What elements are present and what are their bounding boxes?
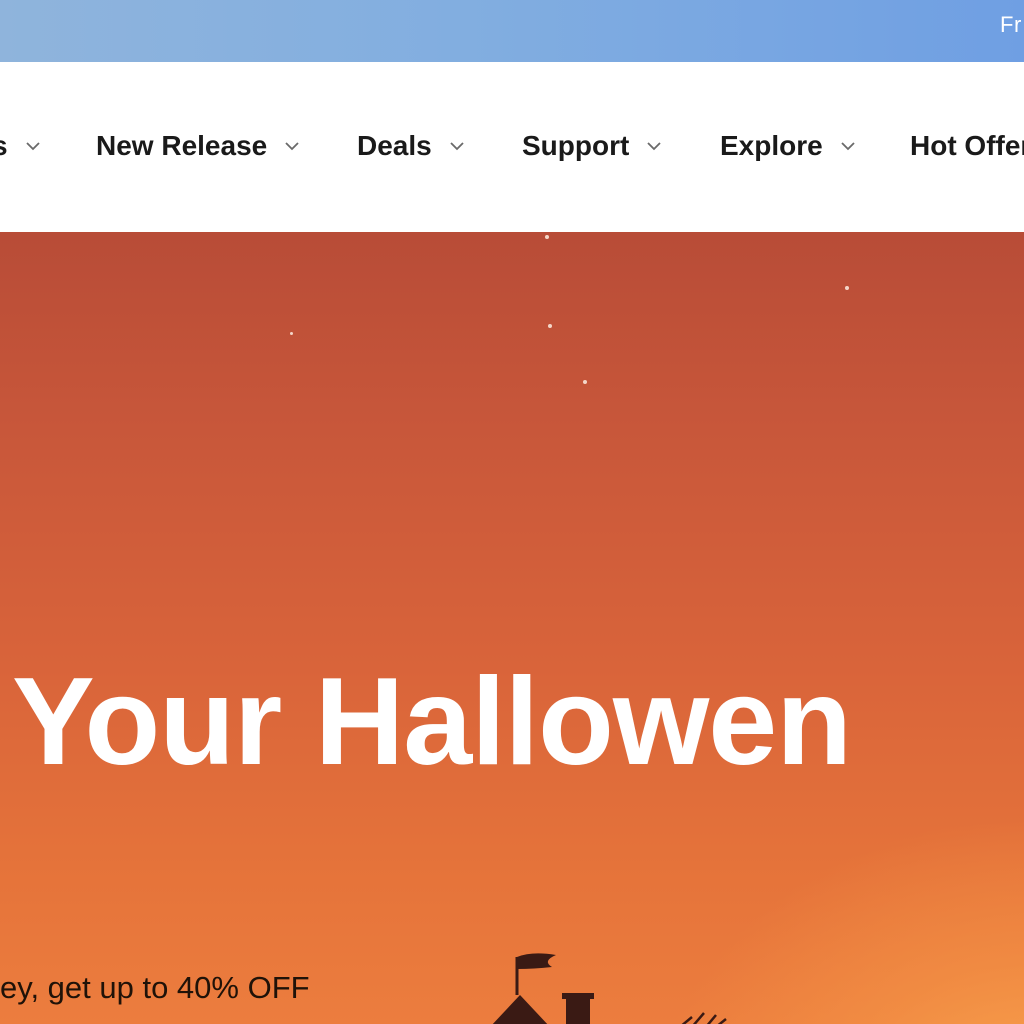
chevron-down-icon [283, 137, 301, 155]
chevron-down-icon [24, 137, 42, 155]
nav-item-hot-offer[interactable]: Hot Offer [910, 128, 1024, 164]
nav-item-explore[interactable]: Explore [720, 128, 857, 164]
nav-item-support[interactable]: Support [522, 128, 663, 164]
nav-item-products[interactable]: s [0, 128, 42, 164]
hero-subtitle: ey, get up to 40% OFF [0, 970, 310, 1005]
announcement-text: Fr [1000, 12, 1022, 37]
announcement-bar: Fr [0, 0, 1024, 62]
nav-item-label: Deals [357, 130, 432, 161]
nav-item-deals[interactable]: Deals [357, 128, 466, 164]
main-navigation: s New Release Deals Support Explore Hot … [0, 62, 1024, 232]
nav-item-label: New Release [96, 130, 268, 161]
chevron-down-icon [839, 137, 857, 155]
star-decoration [290, 332, 293, 335]
nav-item-label: s [0, 130, 8, 162]
hero-banner[interactable]: Your Hallowen ey, get up to 40% OFF [0, 232, 1024, 1024]
chevron-down-icon [448, 137, 466, 155]
star-decoration [545, 235, 549, 239]
nav-item-label: Support [522, 130, 630, 161]
star-decoration [583, 380, 587, 384]
nav-item-label: Explore [720, 130, 823, 161]
star-decoration [845, 286, 849, 290]
hero-title: Your Hallowen [12, 653, 852, 791]
haunted-house-silhouette [492, 953, 727, 1024]
nav-item-new-release[interactable]: New Release [96, 128, 301, 164]
nav-item-label: Hot Offer [910, 130, 1024, 161]
chevron-down-icon [645, 137, 663, 155]
star-decoration [548, 324, 552, 328]
